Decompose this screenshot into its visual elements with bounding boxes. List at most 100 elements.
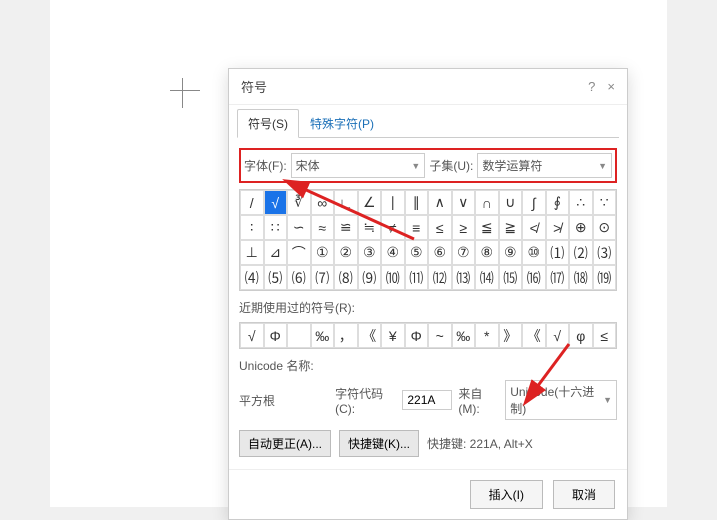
recent-cell[interactable]: 》 xyxy=(499,323,523,348)
symbol-cell[interactable]: ≠ xyxy=(381,215,405,240)
recent-cell[interactable]: √ xyxy=(240,323,264,348)
tab-special[interactable]: 特殊字符(P) xyxy=(299,109,385,138)
symbol-cell[interactable]: ⒁ xyxy=(475,265,499,290)
symbol-grid: /√∛∞∟∠∣∥∧∨∩∪∫∮∴∵ ∶∷∽≈≌≒≠≡≤≥≦≧≮≯⊕⊙ ⊥⊿⌒①②③④⑤… xyxy=(239,189,617,291)
symbol-cell[interactable]: ≮ xyxy=(522,215,546,240)
symbol-cell[interactable]: / xyxy=(240,190,264,215)
symbol-cell[interactable]: ∵ xyxy=(593,190,617,215)
symbol-cell[interactable]: ⑴ xyxy=(546,240,570,265)
symbol-cell[interactable]: ≥ xyxy=(452,215,476,240)
symbol-cell[interactable]: ∠ xyxy=(358,190,382,215)
recent-cell[interactable]: ‰ xyxy=(452,323,476,348)
symbol-cell[interactable]: ∟ xyxy=(334,190,358,215)
symbol-cell[interactable]: ∴ xyxy=(569,190,593,215)
recent-cell[interactable]: * xyxy=(475,323,499,348)
symbol-cell[interactable]: ⊥ xyxy=(240,240,264,265)
symbol-cell[interactable]: ⑨ xyxy=(499,240,523,265)
recent-cell[interactable]: 《 xyxy=(358,323,382,348)
font-select[interactable]: 宋体 ▼ xyxy=(291,153,426,178)
symbol-cell[interactable]: ⑸ xyxy=(264,265,288,290)
symbol-cell[interactable]: ≈ xyxy=(311,215,335,240)
symbol-cell[interactable]: ⊿ xyxy=(264,240,288,265)
autocorrect-button[interactable]: 自动更正(A)... xyxy=(239,430,331,457)
symbol-cell[interactable]: ⊕ xyxy=(569,215,593,240)
symbol-cell[interactable]: ∮ xyxy=(546,190,570,215)
symbol-cell[interactable]: ⑿ xyxy=(428,265,452,290)
recent-cell[interactable]: ¥ xyxy=(381,323,405,348)
insert-button[interactable]: 插入(I) xyxy=(470,480,543,509)
subset-select[interactable]: 数学运算符 ▼ xyxy=(477,153,612,178)
symbol-cell[interactable]: ① xyxy=(311,240,335,265)
symbol-cell[interactable]: ⑹ xyxy=(287,265,311,290)
unicode-name-value: 平方根 xyxy=(239,392,329,409)
symbol-cell[interactable]: √ xyxy=(264,190,288,215)
symbol-cell[interactable]: ④ xyxy=(381,240,405,265)
code-input[interactable] xyxy=(402,390,452,410)
recent-cell[interactable]: Φ xyxy=(405,323,429,348)
symbol-cell[interactable]: ⒅ xyxy=(569,265,593,290)
symbol-cell[interactable]: ⑽ xyxy=(381,265,405,290)
symbol-cell[interactable]: ⒂ xyxy=(499,265,523,290)
symbol-cell[interactable]: ⒀ xyxy=(452,265,476,290)
symbol-cell[interactable]: ∨ xyxy=(452,190,476,215)
from-select[interactable]: Unicode(十六进制) ▼ xyxy=(505,380,617,420)
symbol-cell[interactable]: ⑤ xyxy=(405,240,429,265)
symbol-cell[interactable]: ∪ xyxy=(499,190,523,215)
symbol-cell[interactable]: ∶ xyxy=(240,215,264,240)
symbol-cell[interactable]: ⑵ xyxy=(569,240,593,265)
recent-cell[interactable]: 《 xyxy=(522,323,546,348)
symbol-cell[interactable]: ⑾ xyxy=(405,265,429,290)
symbol-cell[interactable]: ⑺ xyxy=(311,265,335,290)
symbol-cell[interactable]: ⊙ xyxy=(593,215,617,240)
symbol-cell[interactable]: ∞ xyxy=(311,190,335,215)
tab-symbols[interactable]: 符号(S) xyxy=(237,109,299,138)
font-subset-row: 字体(F): 宋体 ▼ 子集(U): 数学运算符 ▼ xyxy=(239,148,617,183)
symbol-cell[interactable]: ≡ xyxy=(405,215,429,240)
symbol-cell[interactable]: ∛ xyxy=(287,190,311,215)
shortcut-text: 快捷键: 221A, Alt+X xyxy=(427,435,533,452)
symbol-cell[interactable]: ⑶ xyxy=(593,240,617,265)
symbol-cell[interactable]: ② xyxy=(334,240,358,265)
recent-cell[interactable]: Φ xyxy=(264,323,288,348)
symbol-cell[interactable]: ∣ xyxy=(381,190,405,215)
symbol-cell[interactable]: ∩ xyxy=(475,190,499,215)
symbol-cell[interactable]: ≤ xyxy=(428,215,452,240)
symbol-cell[interactable]: ⑥ xyxy=(428,240,452,265)
close-button[interactable]: × xyxy=(607,79,615,94)
symbol-cell[interactable]: ⑼ xyxy=(358,265,382,290)
symbol-cell[interactable]: ⒃ xyxy=(522,265,546,290)
symbol-cell[interactable]: ∽ xyxy=(287,215,311,240)
symbol-cell[interactable]: ∥ xyxy=(405,190,429,215)
cancel-button[interactable]: 取消 xyxy=(553,480,615,509)
symbol-cell[interactable]: ⑩ xyxy=(522,240,546,265)
shortcutkey-button[interactable]: 快捷键(K)... xyxy=(339,430,419,457)
recent-cell[interactable]: ， xyxy=(334,323,358,348)
help-button[interactable]: ? xyxy=(588,79,595,94)
symbol-cell[interactable]: ⌒ xyxy=(287,240,311,265)
recent-cell[interactable] xyxy=(287,323,311,348)
text-cursor xyxy=(170,78,200,96)
symbol-cell[interactable]: ⒆ xyxy=(593,265,617,290)
symbol-cell[interactable]: ⑦ xyxy=(452,240,476,265)
chevron-down-icon: ▼ xyxy=(407,161,420,171)
symbol-cell[interactable]: ⑷ xyxy=(240,265,264,290)
symbol-cell[interactable]: ∧ xyxy=(428,190,452,215)
symbol-cell[interactable]: ⒄ xyxy=(546,265,570,290)
recent-cell[interactable]: √ xyxy=(546,323,570,348)
recent-cell[interactable]: ~ xyxy=(428,323,452,348)
recent-cell[interactable]: ‰ xyxy=(311,323,335,348)
chevron-down-icon: ▼ xyxy=(603,395,612,405)
symbol-cell[interactable]: ≧ xyxy=(499,215,523,240)
symbol-cell[interactable]: ⑧ xyxy=(475,240,499,265)
symbol-cell[interactable]: ≦ xyxy=(475,215,499,240)
symbol-cell[interactable]: ∷ xyxy=(264,215,288,240)
symbol-cell[interactable]: ≒ xyxy=(358,215,382,240)
dialog-titlebar: 符号 ? × xyxy=(229,69,627,105)
symbol-cell[interactable]: ⑻ xyxy=(334,265,358,290)
recent-cell[interactable]: φ xyxy=(569,323,593,348)
recent-cell[interactable]: ≤ xyxy=(593,323,617,348)
symbol-cell[interactable]: ∫ xyxy=(522,190,546,215)
symbol-cell[interactable]: ≯ xyxy=(546,215,570,240)
symbol-cell[interactable]: ≌ xyxy=(334,215,358,240)
symbol-cell[interactable]: ③ xyxy=(358,240,382,265)
